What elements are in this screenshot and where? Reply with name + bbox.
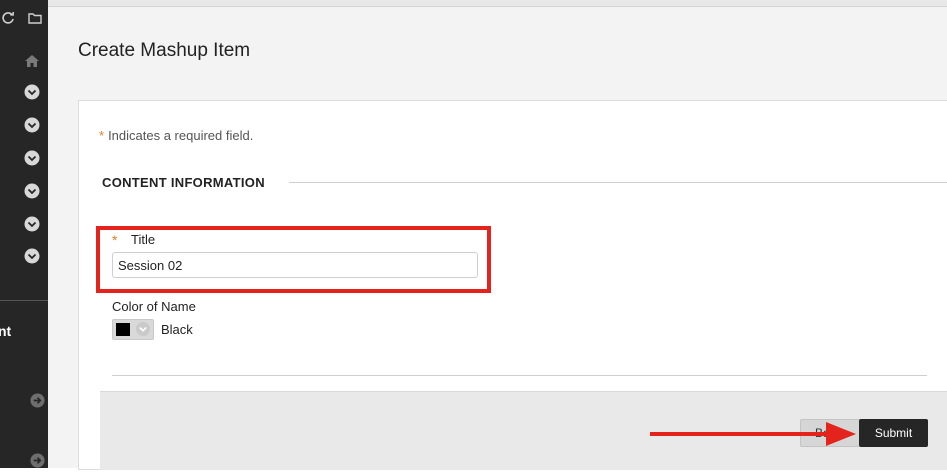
arrow-right-icon[interactable] xyxy=(30,393,45,408)
title-label: Title xyxy=(131,232,156,247)
sidebar-divider xyxy=(0,300,48,301)
folder-icon[interactable] xyxy=(27,10,43,26)
arrow-right-icon[interactable] xyxy=(30,453,45,468)
form-panel: * Indicates a required field. CONTENT INF… xyxy=(78,100,947,470)
chevron-down-icon xyxy=(135,321,151,337)
form-divider xyxy=(112,375,927,376)
chevron-down-icon[interactable] xyxy=(24,150,40,166)
home-icon[interactable] xyxy=(24,53,40,69)
sidebar-toolbar xyxy=(0,10,48,30)
color-of-name-label: Color of Name xyxy=(112,299,196,314)
chevron-down-icon[interactable] xyxy=(24,248,40,264)
sidebar-section-label: nt xyxy=(0,323,12,339)
submit-button[interactable]: Submit xyxy=(859,419,928,447)
required-star: * xyxy=(99,128,105,143)
color-swatch xyxy=(116,323,130,336)
annotation-arrow-icon xyxy=(650,422,856,446)
color-value: Black xyxy=(161,322,193,337)
left-sidebar: nt xyxy=(0,0,48,468)
chevron-down-icon[interactable] xyxy=(24,84,40,100)
required-note: * Indicates a required field. xyxy=(99,128,253,143)
chevron-down-icon[interactable] xyxy=(24,117,40,133)
title-input[interactable] xyxy=(112,252,478,278)
color-picker[interactable] xyxy=(112,319,154,340)
chevron-down-icon[interactable] xyxy=(24,216,40,232)
section-heading: CONTENT INFORMATION xyxy=(102,175,265,190)
title-required-star: * xyxy=(112,232,118,248)
main-content: Create Mashup Item * Indicates a required… xyxy=(48,7,947,470)
required-note-text: Indicates a required field. xyxy=(108,128,254,143)
top-strip xyxy=(48,0,947,7)
section-divider xyxy=(289,182,947,183)
chevron-down-icon[interactable] xyxy=(24,183,40,199)
page-title: Create Mashup Item xyxy=(78,40,251,61)
refresh-icon[interactable] xyxy=(0,10,16,26)
